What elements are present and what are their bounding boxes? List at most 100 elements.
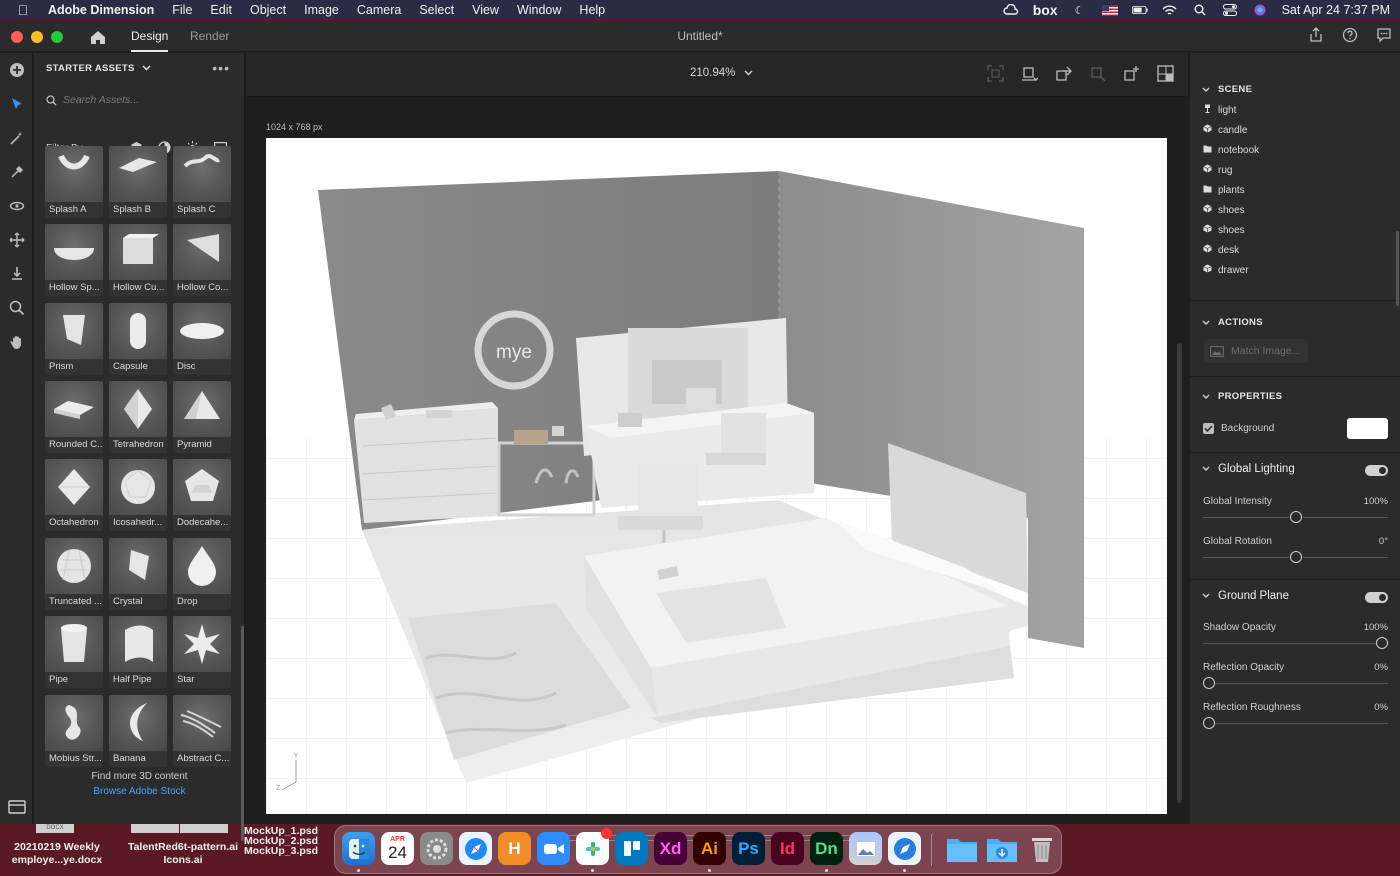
search-assets-input[interactable] bbox=[63, 94, 223, 106]
desktop-file-psd[interactable]: MockUp_1.psd MockUp_2.psd MockUp_3.psd bbox=[240, 826, 322, 857]
preview-app-icon[interactable] bbox=[849, 832, 882, 865]
select-tool-icon[interactable] bbox=[6, 93, 27, 114]
home-icon[interactable] bbox=[88, 27, 108, 47]
browse-adobe-stock-link[interactable]: Browse Adobe Stock bbox=[34, 786, 245, 797]
background-color-swatch[interactable] bbox=[1347, 418, 1388, 439]
reflection-opacity-value[interactable]: 0% bbox=[1374, 662, 1388, 673]
minimize-window-button[interactable] bbox=[31, 31, 43, 43]
asset-crystal[interactable]: Crystal bbox=[109, 538, 167, 610]
asset-drop[interactable]: Drop bbox=[173, 538, 231, 610]
slider-knob[interactable] bbox=[1289, 511, 1302, 523]
scene-item-light[interactable]: light bbox=[1203, 104, 1236, 116]
slider-knob[interactable] bbox=[1289, 551, 1302, 563]
asset-mobius-strip[interactable]: Mobius Str... bbox=[45, 695, 103, 767]
match-image-button[interactable]: Match Image... bbox=[1204, 339, 1308, 363]
battery-icon[interactable] bbox=[1131, 4, 1148, 16]
ground-plane-toggle[interactable] bbox=[1365, 592, 1388, 603]
reflection-opacity-slider[interactable] bbox=[1203, 677, 1388, 689]
global-lighting-header[interactable]: Global Lighting bbox=[1202, 463, 1295, 475]
safari-icon[interactable] bbox=[459, 832, 492, 865]
reflection-roughness-slider[interactable] bbox=[1203, 717, 1388, 729]
global-rotation-value[interactable]: 0° bbox=[1379, 536, 1388, 547]
asset-pipe[interactable]: Pipe bbox=[45, 616, 103, 688]
asset-disc[interactable]: Disc bbox=[173, 303, 231, 375]
spotlight-search-icon[interactable] bbox=[1192, 4, 1208, 16]
downloads-folder-icon[interactable] bbox=[985, 832, 1018, 865]
zoom-level[interactable]: 210.94% bbox=[690, 67, 753, 79]
h-app-icon[interactable]: H bbox=[498, 832, 531, 865]
scene-item-candle[interactable]: candle bbox=[1203, 124, 1247, 136]
zoom-tool-icon[interactable] bbox=[6, 297, 27, 318]
asset-star[interactable]: Star bbox=[173, 616, 231, 688]
safari-technology-preview-icon[interactable] bbox=[888, 832, 921, 865]
asset-abstract-curves[interactable]: Abstract C... bbox=[173, 695, 231, 767]
frame-selection-icon[interactable] bbox=[987, 65, 1004, 82]
global-rotation-slider[interactable] bbox=[1203, 551, 1388, 563]
menu-window[interactable]: Window bbox=[508, 3, 570, 17]
orbit-tool-icon[interactable] bbox=[6, 195, 27, 216]
scene-item-drawer[interactable]: drawer bbox=[1203, 264, 1249, 276]
trello-icon[interactable] bbox=[615, 832, 648, 865]
slider-knob[interactable] bbox=[1203, 717, 1215, 729]
close-window-button[interactable] bbox=[11, 31, 23, 43]
asset-capsule[interactable]: Capsule bbox=[109, 303, 167, 375]
asset-pyramid[interactable]: Pyramid bbox=[173, 381, 231, 453]
tab-design[interactable]: Design bbox=[131, 21, 169, 52]
system-preferences-icon[interactable] bbox=[420, 832, 453, 865]
desktop-file-docx[interactable]: 20210219 Weekly employe...ye.docx bbox=[2, 841, 112, 867]
asset-rounded-cube[interactable]: Rounded C... bbox=[45, 381, 103, 453]
scene-item-desk[interactable]: desk bbox=[1203, 244, 1239, 256]
asset-splash-b[interactable]: Splash B bbox=[109, 146, 167, 218]
pan-tool-icon[interactable] bbox=[6, 229, 27, 250]
global-lighting-toggle[interactable] bbox=[1365, 465, 1388, 476]
zoom-window-button[interactable] bbox=[51, 31, 63, 43]
libraries-icon[interactable] bbox=[8, 798, 26, 816]
menu-app-name[interactable]: Adobe Dimension bbox=[46, 3, 163, 17]
render-canvas[interactable]: mye Y Z bbox=[266, 138, 1167, 814]
drop-to-surface-icon[interactable] bbox=[1089, 65, 1106, 82]
menu-view[interactable]: View bbox=[463, 3, 508, 17]
calendar-icon[interactable]: APR 24 bbox=[381, 832, 414, 865]
menu-help[interactable]: Help bbox=[570, 3, 614, 17]
menu-edit[interactable]: Edit bbox=[201, 3, 241, 17]
shadow-opacity-slider[interactable] bbox=[1203, 637, 1388, 649]
properties-header[interactable]: PROPERTIES bbox=[1202, 391, 1282, 402]
file-thumbnail[interactable] bbox=[131, 824, 179, 833]
render-preview-icon[interactable] bbox=[1157, 65, 1174, 82]
creative-cloud-icon[interactable] bbox=[1003, 4, 1019, 16]
adobe-photoshop-icon[interactable]: Ps bbox=[732, 832, 765, 865]
viewport-vertical-scrollbar[interactable] bbox=[1177, 343, 1182, 803]
help-icon[interactable] bbox=[1342, 27, 1358, 43]
asset-splash-a[interactable]: Splash A bbox=[45, 146, 103, 218]
more-options-icon[interactable]: ••• bbox=[212, 60, 230, 76]
apple-menu-icon[interactable]:  bbox=[0, 2, 46, 18]
magic-wand-tool-icon[interactable] bbox=[6, 127, 27, 148]
box-icon[interactable]: box bbox=[1033, 2, 1058, 18]
asset-hollow-sphere[interactable]: Hollow Sp... bbox=[45, 224, 103, 296]
snap-icon[interactable] bbox=[1123, 65, 1140, 82]
background-checkbox[interactable] bbox=[1203, 423, 1214, 434]
asset-splash-c[interactable]: Splash C bbox=[173, 146, 231, 218]
feedback-icon[interactable] bbox=[1376, 27, 1392, 43]
align-to-ground-icon[interactable] bbox=[1021, 65, 1039, 82]
scene-header[interactable]: SCENE bbox=[1202, 84, 1252, 95]
move-to-ground-icon[interactable] bbox=[1055, 65, 1072, 82]
menu-camera[interactable]: Camera bbox=[348, 3, 410, 17]
asset-truncated-icosahedron[interactable]: Truncated ... bbox=[45, 538, 103, 610]
adobe-xd-icon[interactable]: Xd bbox=[654, 832, 687, 865]
menu-file[interactable]: File bbox=[163, 3, 201, 17]
tab-render[interactable]: Render bbox=[190, 21, 229, 52]
actions-header[interactable]: ACTIONS bbox=[1202, 317, 1263, 328]
zoom-icon[interactable] bbox=[537, 832, 570, 865]
assets-panel-title[interactable]: STARTER ASSETS bbox=[46, 63, 151, 74]
asset-prism[interactable]: Prism bbox=[45, 303, 103, 375]
adobe-illustrator-icon[interactable]: Ai bbox=[693, 832, 726, 865]
finder-icon[interactable] bbox=[342, 832, 375, 865]
trash-icon[interactable] bbox=[1025, 832, 1058, 865]
menubar-clock[interactable]: Sat Apr 24 7:37 PM bbox=[1282, 3, 1390, 17]
scene-item-rug[interactable]: rug bbox=[1203, 164, 1232, 176]
adobe-indesign-icon[interactable]: Id bbox=[771, 832, 804, 865]
properties-scrollbar[interactable] bbox=[1396, 231, 1399, 306]
siri-icon[interactable] bbox=[1252, 4, 1268, 16]
file-thumbnail[interactable] bbox=[180, 824, 228, 833]
